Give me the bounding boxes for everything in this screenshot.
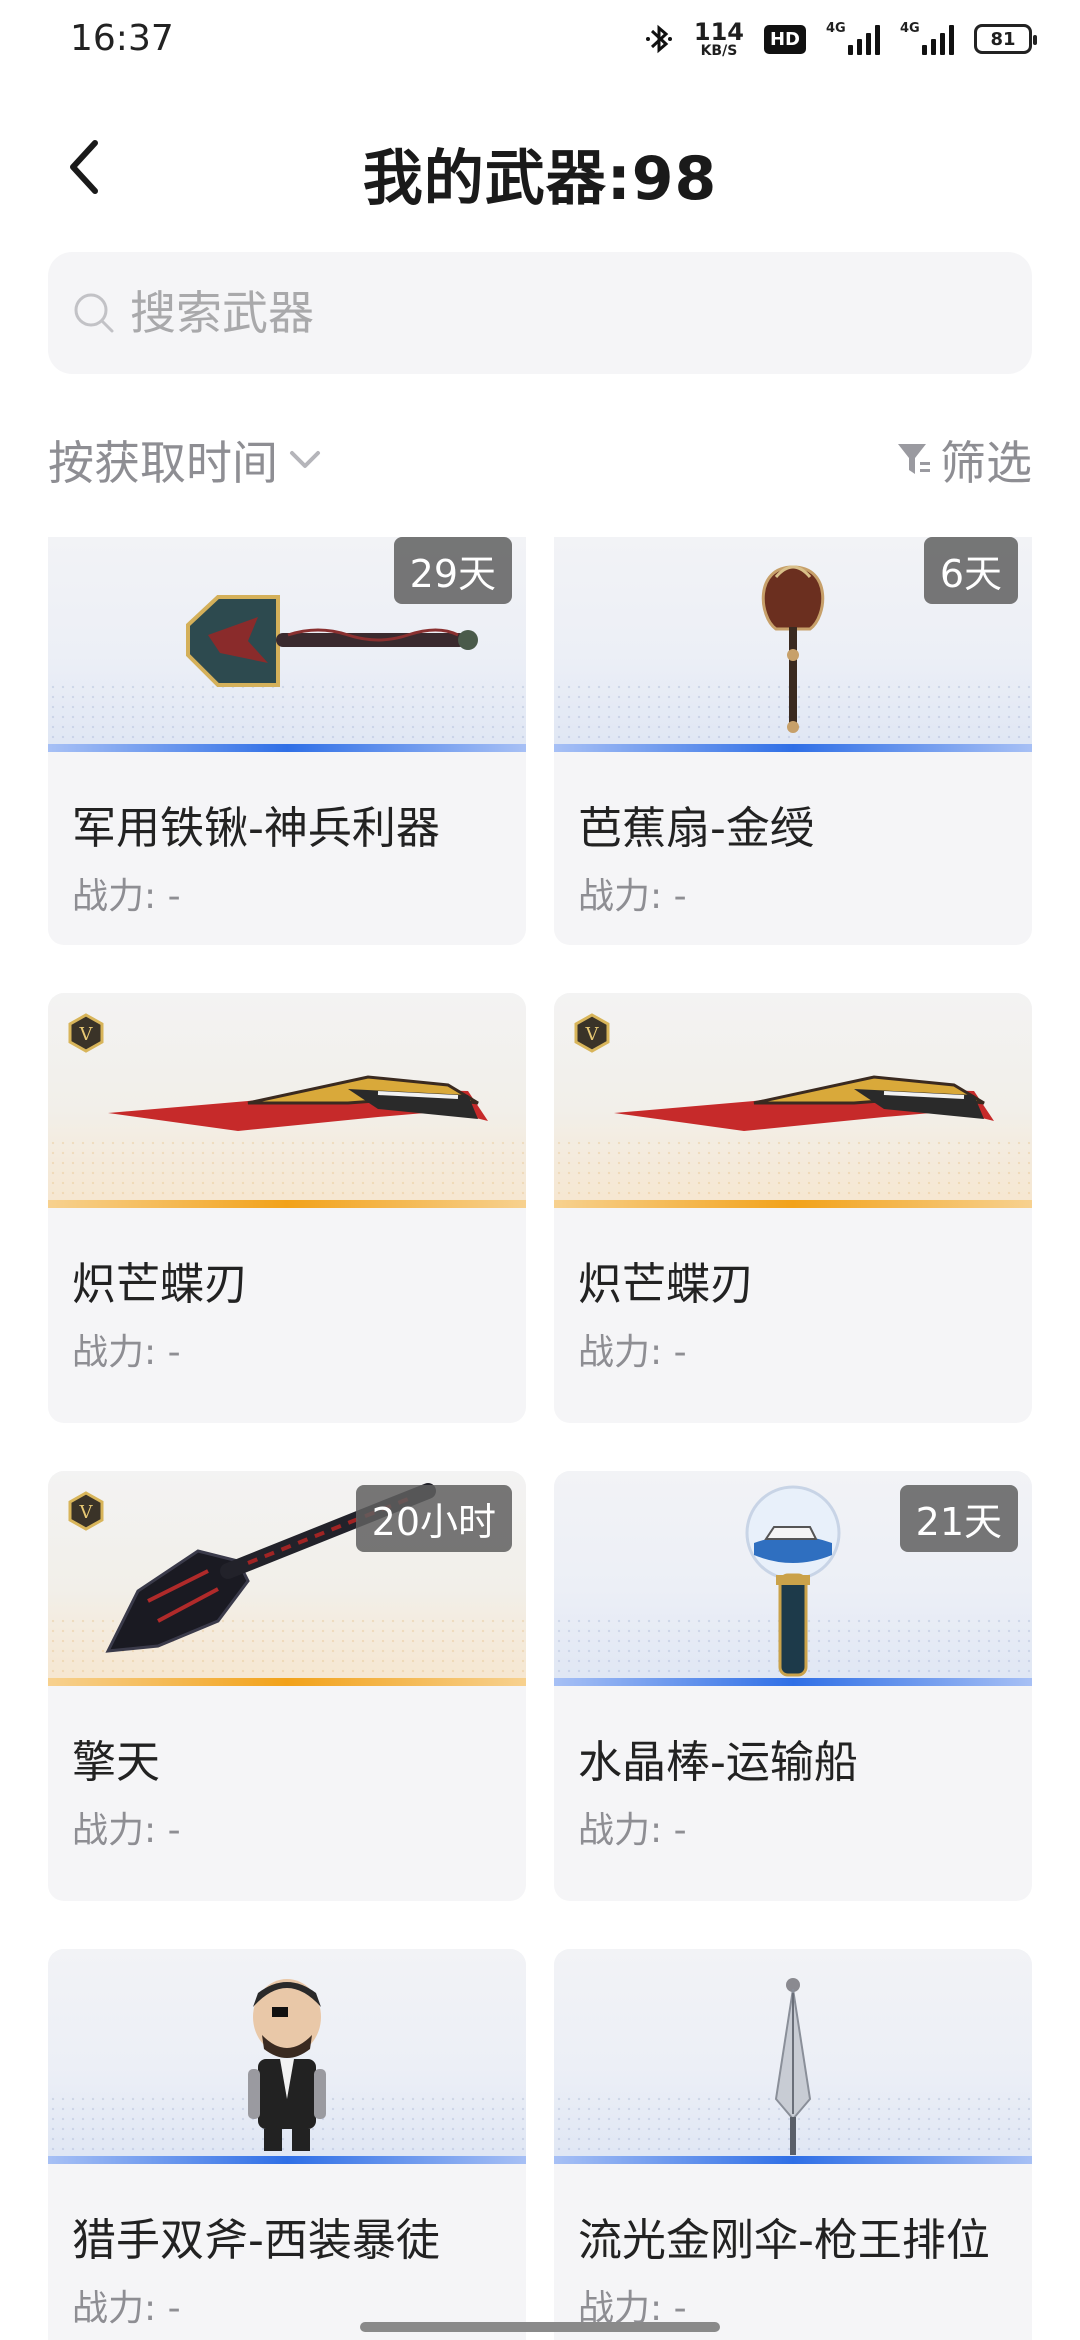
expiry-badge: 29天 bbox=[393, 537, 512, 604]
weapon-image bbox=[554, 1949, 1032, 2164]
status-time: 16:37 bbox=[70, 18, 174, 59]
search-icon bbox=[74, 293, 114, 333]
weapon-card[interactable]: V 20小时 擎天 战力: - bbox=[48, 1471, 526, 1901]
network-speed: 114 KB/S bbox=[693, 18, 744, 59]
battery-icon: 81 bbox=[974, 24, 1037, 54]
weapon-card[interactable]: 21天 水晶棒-运输船 战力: - bbox=[554, 1471, 1032, 1901]
weapon-image: 6天 bbox=[554, 537, 1032, 752]
sort-label: 按获取时间 bbox=[48, 436, 278, 490]
weapon-image: 21天 bbox=[554, 1471, 1032, 1686]
filter-icon bbox=[898, 444, 930, 474]
status-icons: 114 KB/S HD 4G 4G 81 bbox=[644, 18, 1037, 59]
weapon-name: 擎天 bbox=[72, 1737, 160, 1788]
weapon-name: 猎手双斧-西装暴徒 bbox=[72, 2215, 440, 2266]
weapon-power: 战力: - bbox=[72, 1810, 181, 1851]
weapon-name: 军用铁锹-神兵利器 bbox=[72, 803, 440, 854]
weapon-image: V bbox=[554, 993, 1032, 1208]
weapon-image: V bbox=[48, 993, 526, 1208]
weapon-card[interactable]: 流光金刚伞-枪王排位 战力: - bbox=[554, 1949, 1032, 2340]
weapon-power: 战力: - bbox=[578, 1332, 687, 1373]
filter-label: 筛选 bbox=[940, 436, 1032, 490]
search-input[interactable] bbox=[130, 286, 1010, 340]
weapon-image: V 20小时 bbox=[48, 1471, 526, 1686]
bluetooth-icon bbox=[645, 24, 672, 54]
expiry-badge: 21天 bbox=[899, 1485, 1018, 1552]
filter-button[interactable]: 筛选 bbox=[896, 427, 1032, 493]
chevron-down-icon bbox=[290, 451, 320, 468]
battery-level: 81 bbox=[990, 28, 1016, 50]
page-header: 我的武器:98 bbox=[0, 110, 1080, 230]
figure-icon bbox=[248, 1979, 326, 2151]
home-indicator[interactable] bbox=[360, 2322, 720, 2332]
butterfly-blade-icon bbox=[108, 1075, 488, 1131]
hd-voice-badge: HD bbox=[763, 24, 806, 54]
weapon-card[interactable]: V 炽芒蝶刃 战力: - bbox=[554, 993, 1032, 1423]
weapon-card[interactable]: V 炽芒蝶刃 战力: - bbox=[48, 993, 526, 1423]
umbrella-icon bbox=[774, 1978, 812, 2155]
weapon-power: 战力: - bbox=[72, 876, 181, 917]
sort-dropdown[interactable]: 按获取时间 bbox=[48, 427, 322, 493]
weapon-name: 水晶棒-运输船 bbox=[578, 1737, 858, 1788]
weapon-power: 战力: - bbox=[72, 1332, 181, 1373]
page-title: 我的武器:98 bbox=[362, 144, 718, 214]
signal-sim2-icon: 4G bbox=[900, 21, 954, 55]
weapon-card[interactable]: 6天 芭蕉扇-金绶 战力: - bbox=[554, 537, 1032, 945]
weapon-name: 流光金刚伞-枪王排位 bbox=[578, 2215, 990, 2266]
weapon-power: 战力: - bbox=[72, 2288, 181, 2329]
expiry-badge: 20小时 bbox=[355, 1485, 512, 1552]
weapon-card[interactable]: 29天 军用铁锹-神兵利器 战力: - bbox=[48, 537, 526, 945]
weapon-image: 29天 bbox=[48, 537, 526, 752]
weapon-name: 芭蕉扇-金绶 bbox=[578, 803, 814, 854]
search-bar[interactable] bbox=[48, 252, 1032, 374]
weapon-image bbox=[48, 1949, 526, 2164]
weapon-name: 炽芒蝶刃 bbox=[72, 1259, 248, 1310]
weapon-card[interactable]: 猎手双斧-西装暴徒 战力: - bbox=[48, 1949, 526, 2340]
weapon-name: 炽芒蝶刃 bbox=[578, 1259, 754, 1310]
status-bar: 16:37 114 KB/S HD 4G 4G 81 bbox=[0, 0, 1080, 80]
weapon-power: 战力: - bbox=[578, 876, 687, 917]
weapon-power: 战力: - bbox=[578, 1810, 687, 1851]
expiry-badge: 6天 bbox=[923, 537, 1018, 604]
butterfly-blade-icon bbox=[614, 1075, 994, 1131]
sort-filter-row: 按获取时间 筛选 bbox=[48, 420, 1032, 500]
signal-sim1-icon: 4G bbox=[826, 21, 880, 55]
weapon-grid: 29天 军用铁锹-神兵利器 战力: - 6天 芭蕉扇-金绶 战力: - V 炽芒… bbox=[48, 537, 1032, 2340]
